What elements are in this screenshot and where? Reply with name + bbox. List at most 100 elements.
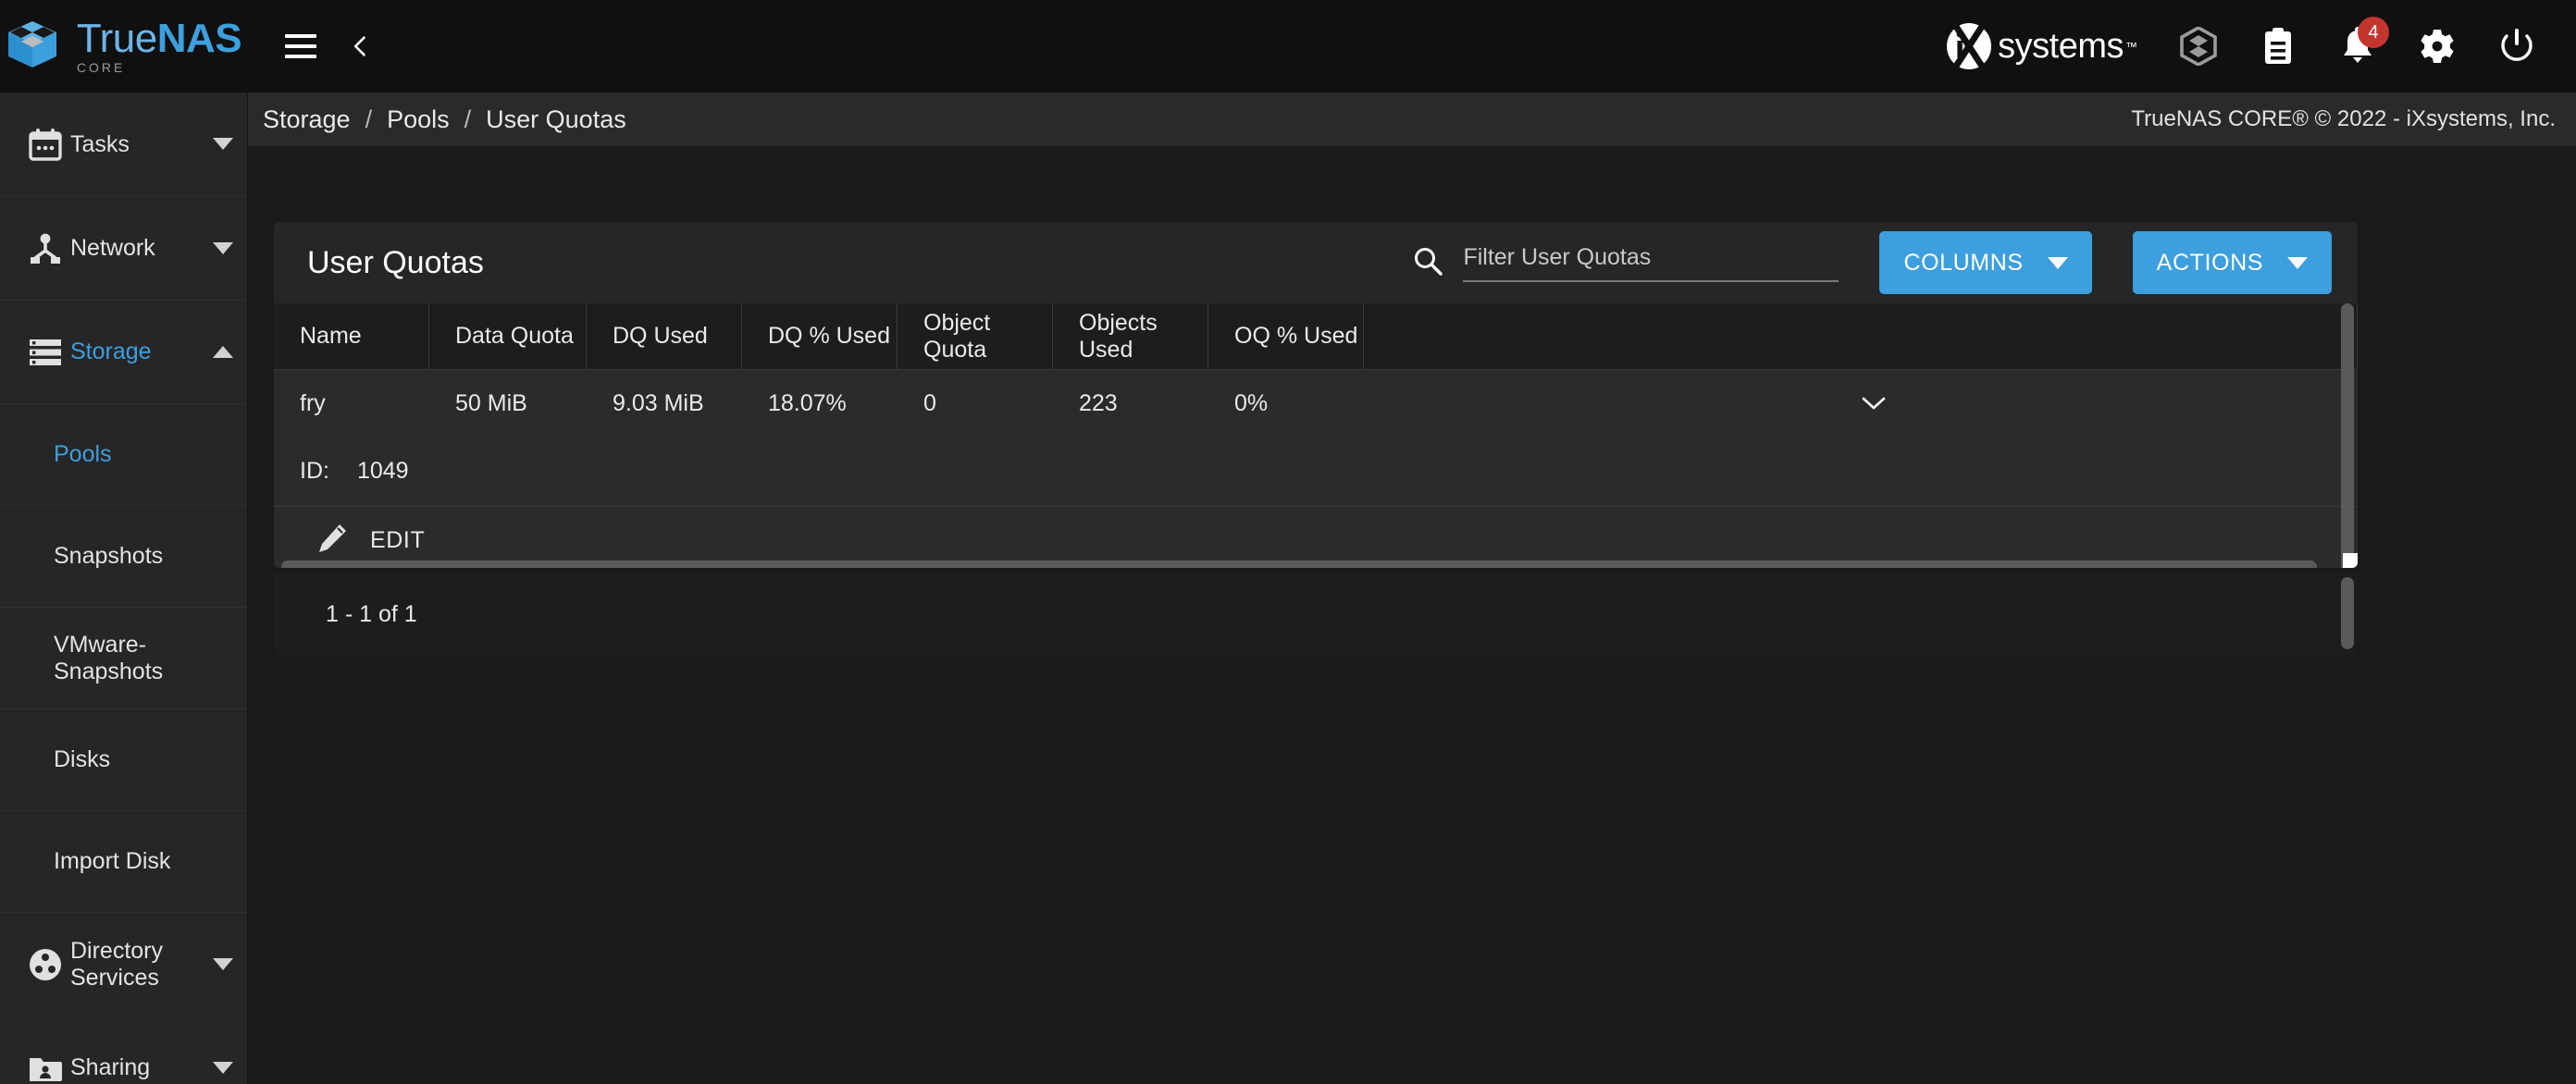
cell-dq-pct-used: 18.07% — [768, 389, 847, 416]
gear-icon[interactable] — [2419, 28, 2456, 65]
column-header-data-quota[interactable]: Data Quota — [429, 303, 587, 369]
app-logo[interactable]: TrueNAS CORE — [0, 0, 248, 92]
breadcrumb-separator: / — [365, 105, 373, 133]
table-vertical-scrollbar[interactable] — [2341, 222, 2354, 568]
clipboard-icon[interactable] — [2260, 28, 2297, 65]
sidebar-item-label: Storage — [70, 339, 152, 364]
sidebar-item-label: Network — [70, 235, 155, 261]
edit-button[interactable]: EDIT — [274, 507, 2358, 568]
sidebar-subitem-disks[interactable]: Disks — [0, 708, 247, 810]
ixsystems-mark-icon — [1942, 22, 1996, 70]
actions-button[interactable]: ACTIONS — [2132, 231, 2332, 294]
column-header-dq-pct-used[interactable]: DQ % Used — [742, 303, 898, 369]
breadcrumb-item-pools[interactable]: Pools — [387, 105, 450, 134]
chevron-down-icon — [1862, 390, 1886, 417]
quotas-table: Name Data Quota DQ Used DQ % Used Object… — [274, 303, 2358, 568]
page-vertical-scrollbar[interactable] — [2341, 573, 2354, 655]
sidebar-subitem-pools[interactable]: Pools — [0, 403, 247, 505]
column-header-name[interactable]: Name — [274, 303, 429, 369]
row-detail-id: ID: 1049 — [274, 437, 2358, 507]
sidebar-nav: Tasks Network Storage Pools Snapshots VM… — [0, 92, 248, 1084]
page-vertical-scrollbar-thumb[interactable] — [2341, 577, 2354, 649]
detail-id-label: ID: — [300, 458, 329, 484]
cell-objects-used: 223 — [1079, 389, 1118, 416]
scrollbar-corner — [2343, 553, 2358, 568]
breadcrumb-item-storage[interactable]: Storage — [263, 105, 351, 134]
sidebar-subitem-label: Pools — [54, 441, 112, 467]
pencil-icon — [316, 523, 348, 559]
sidebar-item-sharing[interactable]: Sharing — [0, 1016, 247, 1084]
storage-icon — [20, 339, 70, 366]
sidebar-subitem-label: Disks — [54, 746, 111, 772]
column-header-oq-pct-used[interactable]: OQ % Used — [1208, 303, 1364, 369]
sidebar-subitem-label: Snapshots — [54, 543, 164, 569]
pagination-range: 1 - 1 of 1 — [326, 600, 417, 627]
power-icon[interactable] — [2498, 28, 2535, 65]
brand-nas: NAS — [156, 16, 242, 61]
column-header-objects-used[interactable]: Objects Used — [1053, 303, 1208, 369]
truenas-cube-icon — [6, 19, 58, 74]
chevron-down-icon — [2047, 250, 2068, 277]
calendar-icon — [20, 128, 70, 161]
columns-button[interactable]: COLUMNS — [1879, 231, 2092, 294]
row-expand-toggle[interactable] — [1364, 370, 2358, 437]
column-header-dq-used[interactable]: DQ Used — [587, 303, 742, 369]
sidebar-item-label: Tasks — [70, 130, 130, 157]
horizontal-scrollbar[interactable] — [281, 560, 2337, 568]
cell-oq-pct-used: 0% — [1234, 389, 1269, 416]
sidebar-item-network[interactable]: Network — [0, 196, 247, 300]
sharing-folder-icon — [20, 1054, 70, 1082]
bell-icon[interactable]: 4 — [2339, 17, 2389, 65]
breadcrumb-separator: / — [464, 105, 472, 133]
chevron-up-icon[interactable] — [199, 345, 247, 359]
directory-services-icon — [20, 948, 70, 981]
table-vertical-scrollbar-thumb[interactable] — [2341, 303, 2354, 568]
truecommand-icon[interactable] — [2180, 27, 2217, 66]
actions-button-label: ACTIONS — [2156, 249, 2263, 276]
chevron-down-icon[interactable] — [199, 957, 247, 971]
sidebar-item-storage[interactable]: Storage — [0, 300, 247, 403]
page-title: User Quotas — [307, 244, 484, 280]
horizontal-scrollbar-thumb[interactable] — [281, 560, 2317, 568]
brand-true: True — [76, 16, 157, 61]
sidebar-subitem-label: Import Disk — [54, 848, 171, 874]
column-header-expander — [1364, 303, 2358, 369]
columns-button-label: COLUMNS — [1903, 249, 2024, 276]
copyright-text: TrueNAS CORE® © 2022 - iXsystems, Inc. — [2131, 106, 2556, 131]
network-icon — [20, 232, 70, 265]
cell-object-quota: 0 — [923, 389, 936, 416]
user-quotas-card: User Quotas COLUMNS AC — [274, 222, 2358, 568]
search-icon[interactable] — [1413, 246, 1443, 280]
sidebar-subitem-snapshots[interactable]: Snapshots — [0, 505, 247, 607]
sidebar-subitem-import-disk[interactable]: Import Disk — [0, 810, 247, 912]
trademark-symbol: ™ — [2125, 39, 2137, 54]
sidebar-item-directory-services[interactable]: Directory Services — [0, 912, 247, 1016]
table-header-row: Name Data Quota DQ Used DQ % Used Object… — [274, 303, 2358, 370]
chevron-down-icon[interactable] — [199, 1061, 247, 1075]
sidebar-subitem-vmware-snapshots[interactable]: VMware-Snapshots — [0, 607, 247, 708]
detail-id-value: 1049 — [356, 458, 409, 484]
cell-name: fry — [300, 389, 326, 416]
chevron-down-icon — [2287, 250, 2308, 277]
column-header-object-quota[interactable]: Object Quota — [898, 303, 1053, 369]
breadcrumb-bar: Storage / Pools / User Quotas TrueNAS CO… — [248, 92, 2576, 146]
ixsystems-wordmark: systems — [1998, 26, 2124, 66]
chevron-down-icon[interactable] — [199, 241, 247, 255]
main-content: Storage / Pools / User Quotas TrueNAS CO… — [248, 92, 2576, 1084]
hamburger-menu-icon[interactable] — [285, 34, 316, 58]
sidebar-item-label: Directory Services — [70, 937, 164, 991]
brand-edition: CORE — [76, 60, 126, 75]
chevron-left-icon[interactable] — [348, 33, 374, 59]
sidebar-subitem-label: VMware-Snapshots — [54, 631, 164, 684]
cell-data-quota: 50 MiB — [455, 389, 527, 416]
sidebar-item-tasks[interactable]: Tasks — [0, 92, 247, 196]
breadcrumb: Storage / Pools / User Quotas — [263, 105, 626, 134]
table-row[interactable]: fry 50 MiB 9.03 MiB 18.07% 0 223 0% — [274, 370, 2358, 437]
alert-count-badge: 4 — [2358, 17, 2389, 48]
chevron-down-icon[interactable] — [199, 138, 247, 151]
filter-search — [1413, 243, 1839, 282]
ixsystems-logo[interactable]: systems ™ — [1942, 22, 2137, 70]
breadcrumb-item-user-quotas[interactable]: User Quotas — [486, 105, 626, 134]
cell-dq-used: 9.03 MiB — [613, 389, 704, 416]
search-input[interactable] — [1463, 243, 1839, 271]
